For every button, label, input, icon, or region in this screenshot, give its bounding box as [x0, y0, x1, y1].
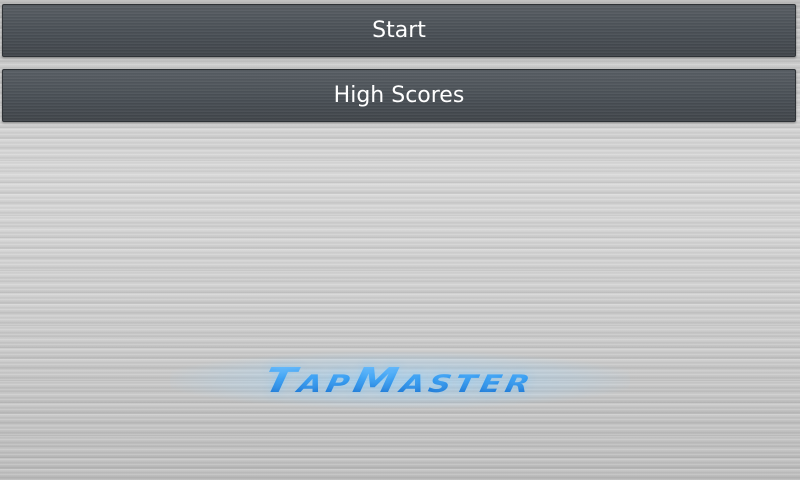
start-button[interactable]: Start — [2, 4, 796, 57]
high-scores-button[interactable]: High Scores — [2, 69, 796, 122]
game-logo: TapMaster — [160, 340, 640, 420]
logo-text: TapMaster — [261, 360, 539, 400]
